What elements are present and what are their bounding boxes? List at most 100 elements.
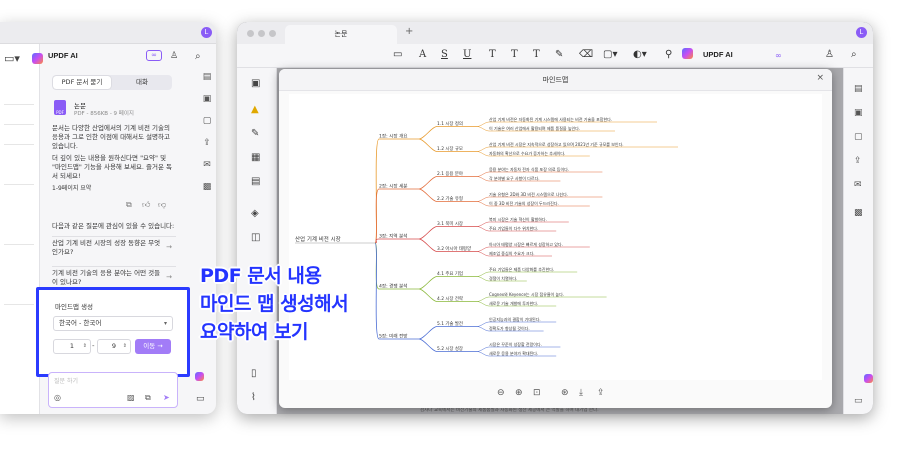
copy-icon[interactable]: ⧉ — [126, 200, 132, 210]
prompt-icon[interactable]: ◎ — [54, 393, 61, 402]
mindmap-graph: 산업 기계 비전 시장 1장: 시장 개요 1.1 시장 정의 산업 기계 비전은 자… — [295, 116, 678, 357]
typewriter-tool-icon[interactable]: T — [533, 49, 540, 60]
export-icon[interactable]: ⇪ — [597, 388, 605, 398]
ai-logo-icon — [32, 51, 43, 64]
page-to-stepper[interactable]: 9 ⇕ — [97, 339, 131, 354]
go-button[interactable]: 이동 → — [135, 339, 171, 354]
ocr-icon[interactable]: ▣ — [854, 108, 863, 118]
mindmap-branch-label: 3장: 지역 분석 — [379, 233, 408, 240]
mindmap-leaf-link — [476, 326, 490, 332]
clean-icon[interactable]: ♙ — [825, 49, 834, 60]
tab-document[interactable]: 논문 — [285, 25, 397, 44]
language-select[interactable]: 한국어 - 한국어 ▾ — [53, 316, 173, 331]
mail-icon[interactable]: ✉ — [854, 180, 862, 190]
mindmap-leaf-text: 산업 기계 비전 시장은 지속적으로 성장하고 있으며 2021년 기준 규모를… — [489, 141, 624, 147]
suggestion-item[interactable]: 산업 기계 비전 시장의 성장 동향은 무엇인가요? → — [52, 236, 176, 260]
mindmap-leaf-text: 정확도가 향상될 것이다. — [489, 325, 530, 331]
view-menu-icon[interactable]: ▭▾ — [4, 52, 20, 65]
stamp-tool-icon[interactable]: ⚲ — [665, 49, 672, 60]
form-icon[interactable]: ▤ — [251, 176, 260, 187]
layers-icon[interactable]: ◫ — [251, 232, 260, 243]
comment-icon[interactable]: ▭ — [854, 396, 863, 406]
thumbs-down-icon[interactable]: 👎︎ — [158, 200, 166, 210]
unlimited-badge[interactable]: ∞ — [775, 51, 782, 60]
image-icon[interactable]: ▨ — [127, 393, 135, 402]
unlimited-badge[interactable]: ∞ — [146, 50, 162, 61]
organize-icon[interactable]: ▦ — [251, 152, 260, 163]
mindmap-leaf-link — [476, 196, 490, 202]
zoom-out-icon[interactable]: ⊖ — [497, 388, 505, 398]
mindmap-leaf-link — [476, 346, 490, 352]
minimize-window-dot[interactable] — [258, 30, 265, 37]
clean-icon[interactable]: ♙ — [170, 51, 178, 61]
send-icon[interactable]: ➤ — [163, 393, 170, 402]
protect-icon[interactable]: ▢ — [200, 116, 214, 138]
mindmap-title: 마인드맵 — [542, 76, 569, 84]
underline-tool-icon[interactable]: U — [463, 49, 471, 60]
mindmap-leaf-text: 새로운 기술 개발에 투자한다. — [489, 300, 538, 306]
thumbs-up-icon[interactable]: 👍︎ — [142, 200, 150, 210]
globe-icon[interactable]: ⊛ — [561, 388, 569, 398]
sticker-tool-icon[interactable]: ◐▾ — [633, 49, 647, 60]
strikethrough-tool-icon[interactable]: S — [441, 49, 448, 60]
file-meta: PDF - 856KB - 9 페이지 — [74, 111, 134, 117]
ai-rail-icon[interactable] — [195, 372, 204, 382]
textbox-tool-icon[interactable]: T — [511, 49, 518, 60]
stamp-mode-icon[interactable]: ◈ — [251, 208, 259, 219]
tab-ask-pdf[interactable]: PDF 문서 묻기 — [53, 76, 111, 89]
ocr-icon[interactable]: ▣ — [200, 94, 214, 116]
mindmap-leaf-link — [476, 176, 490, 182]
user-avatar[interactable]: L — [856, 27, 867, 38]
maximize-window-dot[interactable] — [269, 30, 276, 37]
mindmap-branch-link — [374, 242, 380, 290]
eraser-tool-icon[interactable]: ⌫ — [579, 49, 593, 60]
share-icon[interactable]: ⇪ — [200, 138, 214, 160]
screenshot-icon[interactable]: ⧉ — [145, 393, 151, 403]
mindmap-branch-label: 1장: 시장 개요 — [379, 133, 408, 140]
thumbnail-icon[interactable]: ▣ — [251, 78, 260, 89]
overlay-caption: PDF 문서 내용 마인드 맵 생성해서 요약하여 보기 — [200, 262, 349, 346]
ai-message-summary: 문서는 다양한 산업에서의 기계 비전 기술의 응용과 그로 인한 이점에 대해… — [52, 124, 170, 150]
tab-chat[interactable]: 대화 — [114, 76, 170, 89]
attachment-icon[interactable]: ⌇ — [251, 392, 256, 403]
protect-icon[interactable]: ▢ — [854, 132, 863, 142]
new-tab-button[interactable]: + — [405, 26, 413, 37]
stepper-icon[interactable]: ⇕ — [83, 340, 87, 353]
pencil-tool-icon[interactable]: ✎ — [555, 49, 563, 60]
comment-icon[interactable]: ▭ — [196, 394, 205, 404]
convert-icon[interactable]: ▤ — [854, 84, 863, 94]
comment-tool-icon[interactable]: ▭ — [393, 49, 402, 60]
mindmap-sub-link — [418, 126, 438, 140]
mindmap-leaf-text: Cognex와 Keyence는 시장 점유율이 높다. — [489, 291, 564, 297]
edit-mode-icon[interactable]: ✎ — [251, 128, 259, 139]
highlight-tool-icon[interactable]: A — [419, 49, 426, 60]
download-icon[interactable]: ⤓ — [579, 388, 583, 398]
convert-icon[interactable]: ▤ — [200, 72, 214, 94]
zoom-in-icon[interactable]: ⊕ — [515, 388, 523, 398]
question-input[interactable]: 질문 하기 ◎ ▨ ⧉ ➤ — [48, 372, 178, 408]
mindmap-sub-label: 4.1 주요 기업 — [437, 270, 463, 277]
file-card: PDF 논문 PDF - 856KB - 9 페이지 — [50, 96, 178, 120]
mail-icon[interactable]: ✉ — [200, 160, 214, 182]
fit-icon[interactable]: ⊡ — [533, 388, 541, 398]
mindmap-leaf-text: 제조업 중심의 수요가 크다. — [489, 250, 535, 256]
page-from-stepper[interactable]: 1 ⇕ — [53, 339, 91, 354]
share-icon[interactable]: ⇪ — [854, 156, 862, 166]
close-icon[interactable]: × — [816, 73, 824, 83]
search-icon[interactable]: ⌕ — [851, 49, 857, 60]
close-window-dot[interactable] — [247, 30, 254, 37]
user-avatar[interactable]: L — [201, 27, 212, 38]
save-icon[interactable]: ▩ — [200, 182, 214, 204]
save-icon[interactable]: ▩ — [854, 208, 863, 218]
bookmark-icon[interactable]: ▯ — [251, 368, 257, 379]
mindmap-leaf-link — [476, 271, 490, 277]
shape-tool-icon[interactable]: ▢▾ — [603, 49, 617, 60]
ai-message-range: 1-9페이지 요약 — [52, 185, 92, 192]
comment-mode-icon[interactable]: ▲ — [251, 104, 259, 115]
text-tool-icon[interactable]: T — [489, 49, 496, 60]
mindmap-header: 마인드맵 × — [279, 69, 832, 91]
left-right-rail: ▤ ▣ ▢ ⇪ ✉ ▩ — [200, 72, 214, 204]
search-icon[interactable]: ⌕ — [195, 51, 201, 62]
right-tool-rail: ▤ ▣ ▢ ⇪ ✉ ▩ ▭ — [843, 68, 873, 414]
stepper-icon[interactable]: ⇕ — [123, 340, 127, 353]
